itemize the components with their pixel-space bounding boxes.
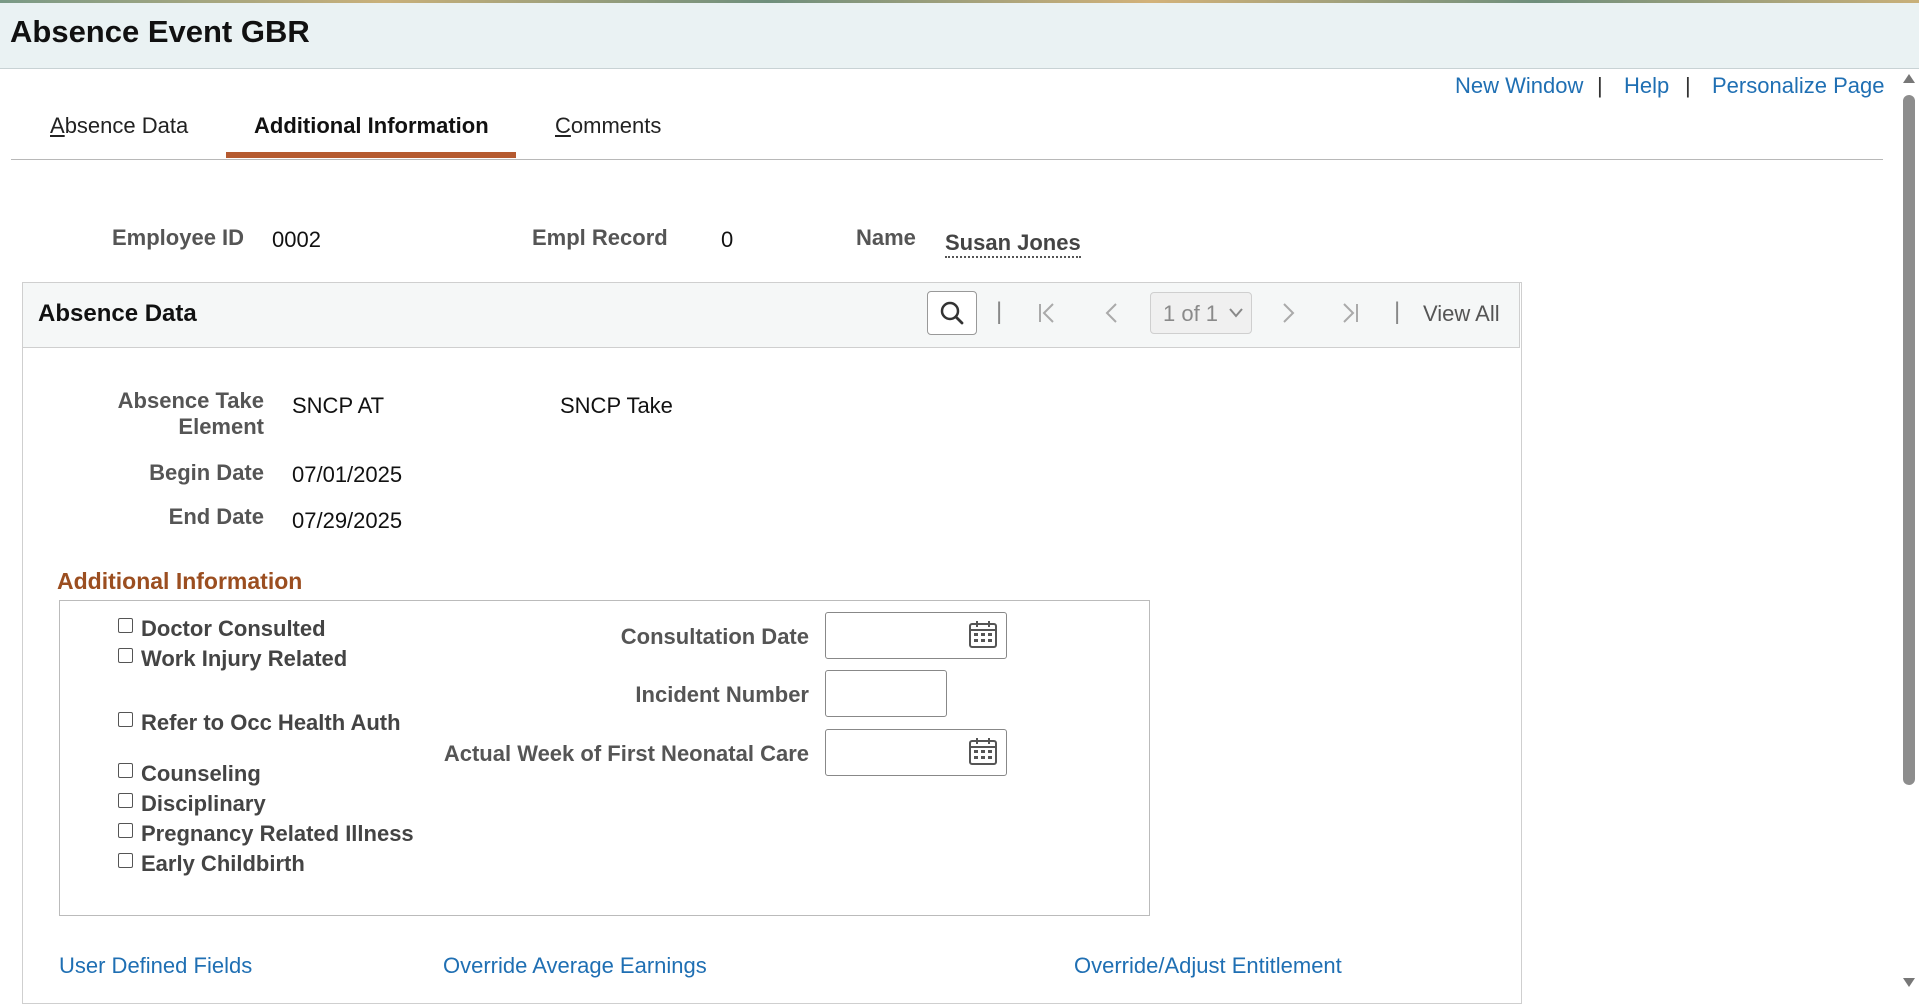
tab-additional-information[interactable]: Additional Information — [254, 113, 489, 139]
disciplinary-checkbox[interactable] — [118, 793, 133, 808]
doctor-consulted-checkbox[interactable] — [118, 618, 133, 633]
tab-access-key: C — [555, 113, 571, 138]
empl-record-value: 0 — [721, 227, 734, 252]
tab-label: bsence Data — [64, 113, 189, 138]
separator: | — [996, 298, 1003, 325]
separator: | — [1394, 298, 1401, 325]
end-date-value: 07/29/2025 — [292, 508, 403, 533]
begin-date-label: Begin Date — [149, 460, 264, 485]
page-title: Absence Event GBR — [10, 14, 310, 49]
incident-number-label: Incident Number — [635, 682, 809, 707]
absence-take-label-line1: Absence Take — [117, 388, 264, 413]
end-date-label: End Date — [168, 504, 264, 529]
calendar-icon[interactable] — [968, 619, 998, 654]
personalize-page-link[interactable]: Personalize Page — [1712, 73, 1884, 99]
counseling-checkbox[interactable] — [118, 763, 133, 778]
override-adjust-entitlement-link[interactable]: Override/Adjust Entitlement — [1074, 953, 1342, 979]
chevron-down-glyph — [1229, 308, 1243, 318]
next-page-icon[interactable] — [1279, 300, 1299, 331]
empl-record-label: Empl Record — [532, 225, 668, 250]
chevron-left-glyph — [1105, 303, 1117, 323]
employee-id-value: 0002 — [272, 227, 321, 252]
separator: | — [1597, 73, 1603, 98]
calendar-glyph — [969, 738, 997, 765]
tab-access-key: A — [50, 113, 65, 138]
absence-take-code: SNCP AT — [292, 393, 385, 418]
chevron-down-icon — [1228, 306, 1244, 325]
calendar-icon[interactable] — [968, 736, 998, 771]
help-link[interactable]: Help — [1624, 73, 1669, 99]
last-page-glyph — [1343, 303, 1358, 323]
override-average-earnings-link[interactable]: Override Average Earnings — [443, 953, 707, 979]
pregnancy-illness-checkbox[interactable] — [118, 823, 133, 838]
active-tab-indicator — [226, 152, 516, 158]
employee-id-label: Employee ID — [112, 225, 245, 250]
absence-take-label-line2: Element — [178, 414, 264, 439]
arrow-down-glyph — [1903, 978, 1915, 987]
work-injury-checkbox[interactable] — [118, 648, 133, 663]
incident-number-field[interactable] — [825, 670, 947, 717]
arrow-up-glyph — [1903, 74, 1915, 83]
search-button[interactable] — [927, 291, 977, 335]
begin-date-value: 07/01/2025 — [292, 462, 403, 487]
first-page-glyph — [1039, 303, 1054, 323]
neonatal-care-label: Actual Week of First Neonatal Care — [443, 741, 809, 766]
absence-take-label: Absence Take Element — [80, 388, 264, 440]
additional-information-heading: Additional Information — [57, 568, 303, 594]
page-select-value: 1 of 1 — [1163, 301, 1219, 326]
tab-comments[interactable]: Comments — [555, 113, 661, 139]
disciplinary-label: Disciplinary — [141, 791, 266, 816]
tab-label: omments — [570, 113, 662, 138]
last-page-icon[interactable] — [1337, 300, 1361, 331]
doctor-consulted-label: Doctor Consulted — [141, 616, 326, 641]
early-childbirth-checkbox[interactable] — [118, 853, 133, 868]
pregnancy-illness-label: Pregnancy Related Illness — [141, 821, 414, 846]
employee-name[interactable]: Susan Jones — [945, 230, 1081, 258]
name-label: Name — [856, 225, 916, 250]
scrollbar-thumb[interactable] — [1903, 95, 1915, 785]
absence-take-description: SNCP Take — [560, 393, 673, 418]
consultation-date-label: Consultation Date — [620, 624, 809, 649]
separator: | — [1685, 73, 1691, 98]
scroll-down-icon[interactable] — [1901, 975, 1917, 994]
first-page-icon[interactable] — [1036, 300, 1060, 331]
search-icon — [940, 301, 964, 325]
early-childbirth-label: Early Childbirth — [141, 851, 305, 876]
user-defined-fields-link[interactable]: User Defined Fields — [59, 953, 252, 979]
counseling-label: Counseling — [141, 761, 261, 786]
panel-title: Absence Data — [38, 300, 197, 327]
work-injury-label: Work Injury Related — [141, 646, 348, 671]
new-window-link[interactable]: New Window — [1455, 73, 1583, 99]
previous-page-icon[interactable] — [1101, 300, 1121, 331]
view-all-link[interactable]: View All — [1423, 301, 1500, 327]
tab-divider — [11, 159, 1883, 160]
chevron-right-glyph — [1283, 303, 1295, 323]
scroll-up-icon[interactable] — [1901, 72, 1917, 91]
occ-health-checkbox[interactable] — [118, 712, 133, 727]
occ-health-label: Refer to Occ Health Auth — [141, 710, 401, 735]
calendar-glyph — [969, 621, 997, 648]
tab-absence-data[interactable]: Absence Data — [50, 113, 188, 139]
